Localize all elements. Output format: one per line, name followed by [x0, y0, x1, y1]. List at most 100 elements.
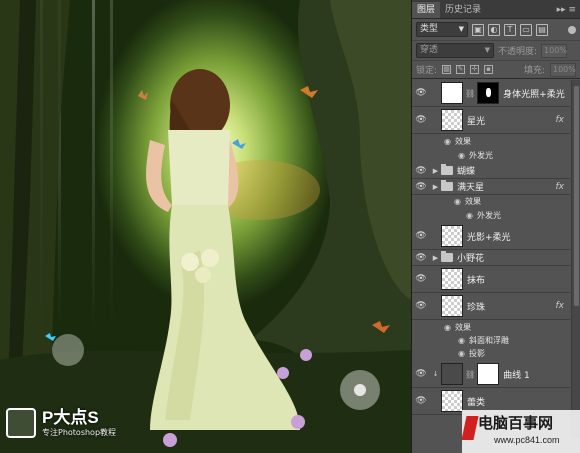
eye-icon[interactable]: ◉ — [444, 323, 451, 332]
layers-panel: 图层 历史记录 ▸▸ ≡ 类型 ▼ ▣ ◐ T ▭ ▤ 穿透 ▼ 不透明度: 100… — [411, 0, 580, 453]
eye-icon[interactable]: ◉ — [444, 137, 451, 146]
tab-history[interactable]: 历史记录 — [440, 2, 486, 18]
eye-icon[interactable]: ◉ — [458, 336, 465, 345]
eye-icon[interactable]: 👁 — [412, 396, 430, 406]
eye-icon[interactable]: 👁 — [412, 301, 430, 311]
layer-group-row[interactable]: 👁 ▶ 蝴蝶 — [412, 163, 570, 179]
adjustment-filter-icon[interactable]: ◐ — [488, 23, 500, 36]
layer-row[interactable]: 👁 星光 fx — [412, 107, 570, 134]
eye-icon[interactable]: 👁 — [412, 88, 430, 98]
link-icon[interactable]: ⛓ — [465, 370, 475, 379]
filter-toggle-icon[interactable] — [568, 25, 576, 34]
layer-mask-thumbnail[interactable] — [477, 363, 500, 385]
effect-row: ◉ 外发光 — [412, 148, 570, 162]
watermark-logo-right: 电脑百事网 www.pc841.com — [461, 410, 580, 453]
curves-adjustment-icon — [441, 363, 463, 385]
link-icon[interactable]: ⛓ — [465, 89, 475, 98]
layer-name: 蝴蝶 — [457, 167, 476, 177]
type-filter-icon[interactable]: T — [504, 23, 516, 36]
layer-thumbnail — [441, 82, 463, 104]
folder-icon — [441, 251, 453, 262]
effects-row: ◉ 效果 — [412, 320, 570, 334]
panel-tab-bar: 图层 历史记录 ▸▸ ≡ — [412, 0, 580, 19]
eye-icon[interactable]: ◉ — [466, 211, 473, 220]
lock-all-icon[interactable]: ▪ — [484, 65, 494, 74]
layer-thumbnail — [441, 390, 463, 412]
effects-label: 效果 — [464, 196, 481, 206]
fill-input[interactable]: 100% — [550, 62, 576, 77]
effect-name: 外发光 — [476, 210, 501, 220]
fantasy-forest-artwork — [0, 0, 411, 453]
layers-scrollbar[interactable] — [571, 80, 580, 439]
folder-icon — [441, 164, 453, 175]
opacity-label: 不透明度: — [498, 47, 538, 57]
eye-icon[interactable]: 👁 — [412, 115, 430, 125]
layer-row[interactable]: 👁 ↓ ⛓ 曲线 1 — [412, 361, 570, 388]
clip-arrow-icon: ↓ — [432, 370, 439, 378]
watermark-logo-left: P大点S 专注Photoshop教程 — [6, 408, 116, 438]
layer-name: 抹布 — [467, 275, 486, 286]
blend-row: 穿透 ▼ 不透明度: 100% — [412, 41, 580, 61]
fill-label: 填充: — [523, 66, 545, 76]
layers-list: 👁 ⛓ 身体光照+柔光 👁 星光 fx ◉ 效果 ◉ 外发光 👁 ▶ 蝴蝶 👁 … — [412, 80, 580, 453]
eye-icon[interactable]: 👁 — [412, 369, 430, 379]
effects-row: ◉ 效果 — [412, 134, 570, 148]
watermark-subtitle: 专注Photoshop教程 — [42, 427, 117, 437]
eye-icon[interactable]: 👁 — [412, 182, 430, 192]
opacity-input[interactable]: 100% — [541, 43, 568, 58]
layer-row[interactable]: 👁 珍珠 fx — [412, 293, 570, 320]
layer-thumbnail — [441, 295, 463, 317]
fx-icon[interactable]: fx — [556, 301, 565, 311]
layer-group-row[interactable]: 👁 ▶ 小野花 — [412, 250, 570, 266]
layer-thumbnail — [441, 268, 463, 290]
blend-mode-value: 穿透 — [420, 45, 439, 55]
expand-arrow-icon[interactable]: ▶ — [430, 167, 441, 175]
layer-filter-row: 类型 ▼ ▣ ◐ T ▭ ▤ — [412, 19, 580, 41]
layer-row[interactable]: 👁 抹布 — [412, 266, 570, 293]
effect-name: 投影 — [468, 348, 485, 358]
fx-icon[interactable]: fx — [556, 115, 565, 125]
lock-position-icon[interactable]: ✛ — [470, 65, 480, 74]
lock-transparent-icon[interactable]: ▦ — [442, 65, 452, 74]
layer-group-row[interactable]: 👁 ▶ 满天星 fx — [412, 179, 570, 195]
eye-icon[interactable]: 👁 — [412, 166, 430, 176]
tab-layers[interactable]: 图层 — [412, 2, 441, 18]
smart-object-filter-icon[interactable]: ▤ — [536, 23, 548, 36]
folder-icon — [441, 180, 453, 191]
expand-arrow-icon[interactable]: ▶ — [430, 183, 441, 191]
layer-row[interactable]: 👁 光影+柔光 — [412, 223, 570, 250]
expand-arrow-icon[interactable]: ▶ — [430, 254, 441, 262]
chevron-down-icon: ▼ — [484, 46, 490, 54]
watermark-title: P大点S — [42, 407, 99, 427]
layer-row[interactable]: 👁 ⛓ 身体光照+柔光 — [412, 80, 570, 107]
layer-thumbnail — [441, 109, 463, 131]
layer-thumbnail — [441, 225, 463, 247]
shape-filter-icon[interactable]: ▭ — [520, 23, 532, 36]
eye-icon[interactable]: ◉ — [458, 349, 465, 358]
effects-label: 效果 — [454, 136, 471, 146]
eye-icon[interactable]: ◉ — [454, 197, 461, 206]
effect-row: ◉ 投影 — [412, 346, 570, 360]
cube-logo-icon — [6, 408, 36, 438]
eye-icon[interactable]: ◉ — [458, 151, 465, 160]
image-filter-icon[interactable]: ▣ — [472, 23, 484, 36]
effects-row: ◉ 效果 — [412, 194, 570, 208]
scrollbar-thumb[interactable] — [574, 86, 579, 306]
effects-label: 效果 — [454, 322, 471, 332]
document-canvas[interactable]: P大点S 专注Photoshop教程 — [0, 0, 411, 453]
lock-label: 锁定: — [416, 66, 438, 76]
layer-mask-thumbnail[interactable] — [477, 82, 500, 104]
fx-icon[interactable]: fx — [556, 182, 565, 192]
chevron-down-icon: ▼ — [458, 25, 464, 33]
kind-filter-select[interactable]: 类型 ▼ — [416, 22, 468, 37]
eye-icon[interactable]: 👁 — [412, 274, 430, 284]
effect-row: ◉ 斜面和浮雕 — [412, 333, 570, 347]
blend-mode-select[interactable]: 穿透 ▼ — [416, 43, 494, 58]
eye-icon[interactable]: 👁 — [412, 253, 430, 263]
panel-menu-icon[interactable]: ▸▸ ≡ — [557, 2, 576, 18]
lock-pixels-icon[interactable]: ✎ — [456, 65, 466, 74]
lock-row: 锁定: ▦ ✎ ✛ ▪ 填充: 100% — [412, 61, 580, 79]
layer-name: 曲线 1 — [503, 370, 530, 381]
eye-icon[interactable]: 👁 — [412, 231, 430, 241]
effect-name: 外发光 — [468, 150, 493, 160]
